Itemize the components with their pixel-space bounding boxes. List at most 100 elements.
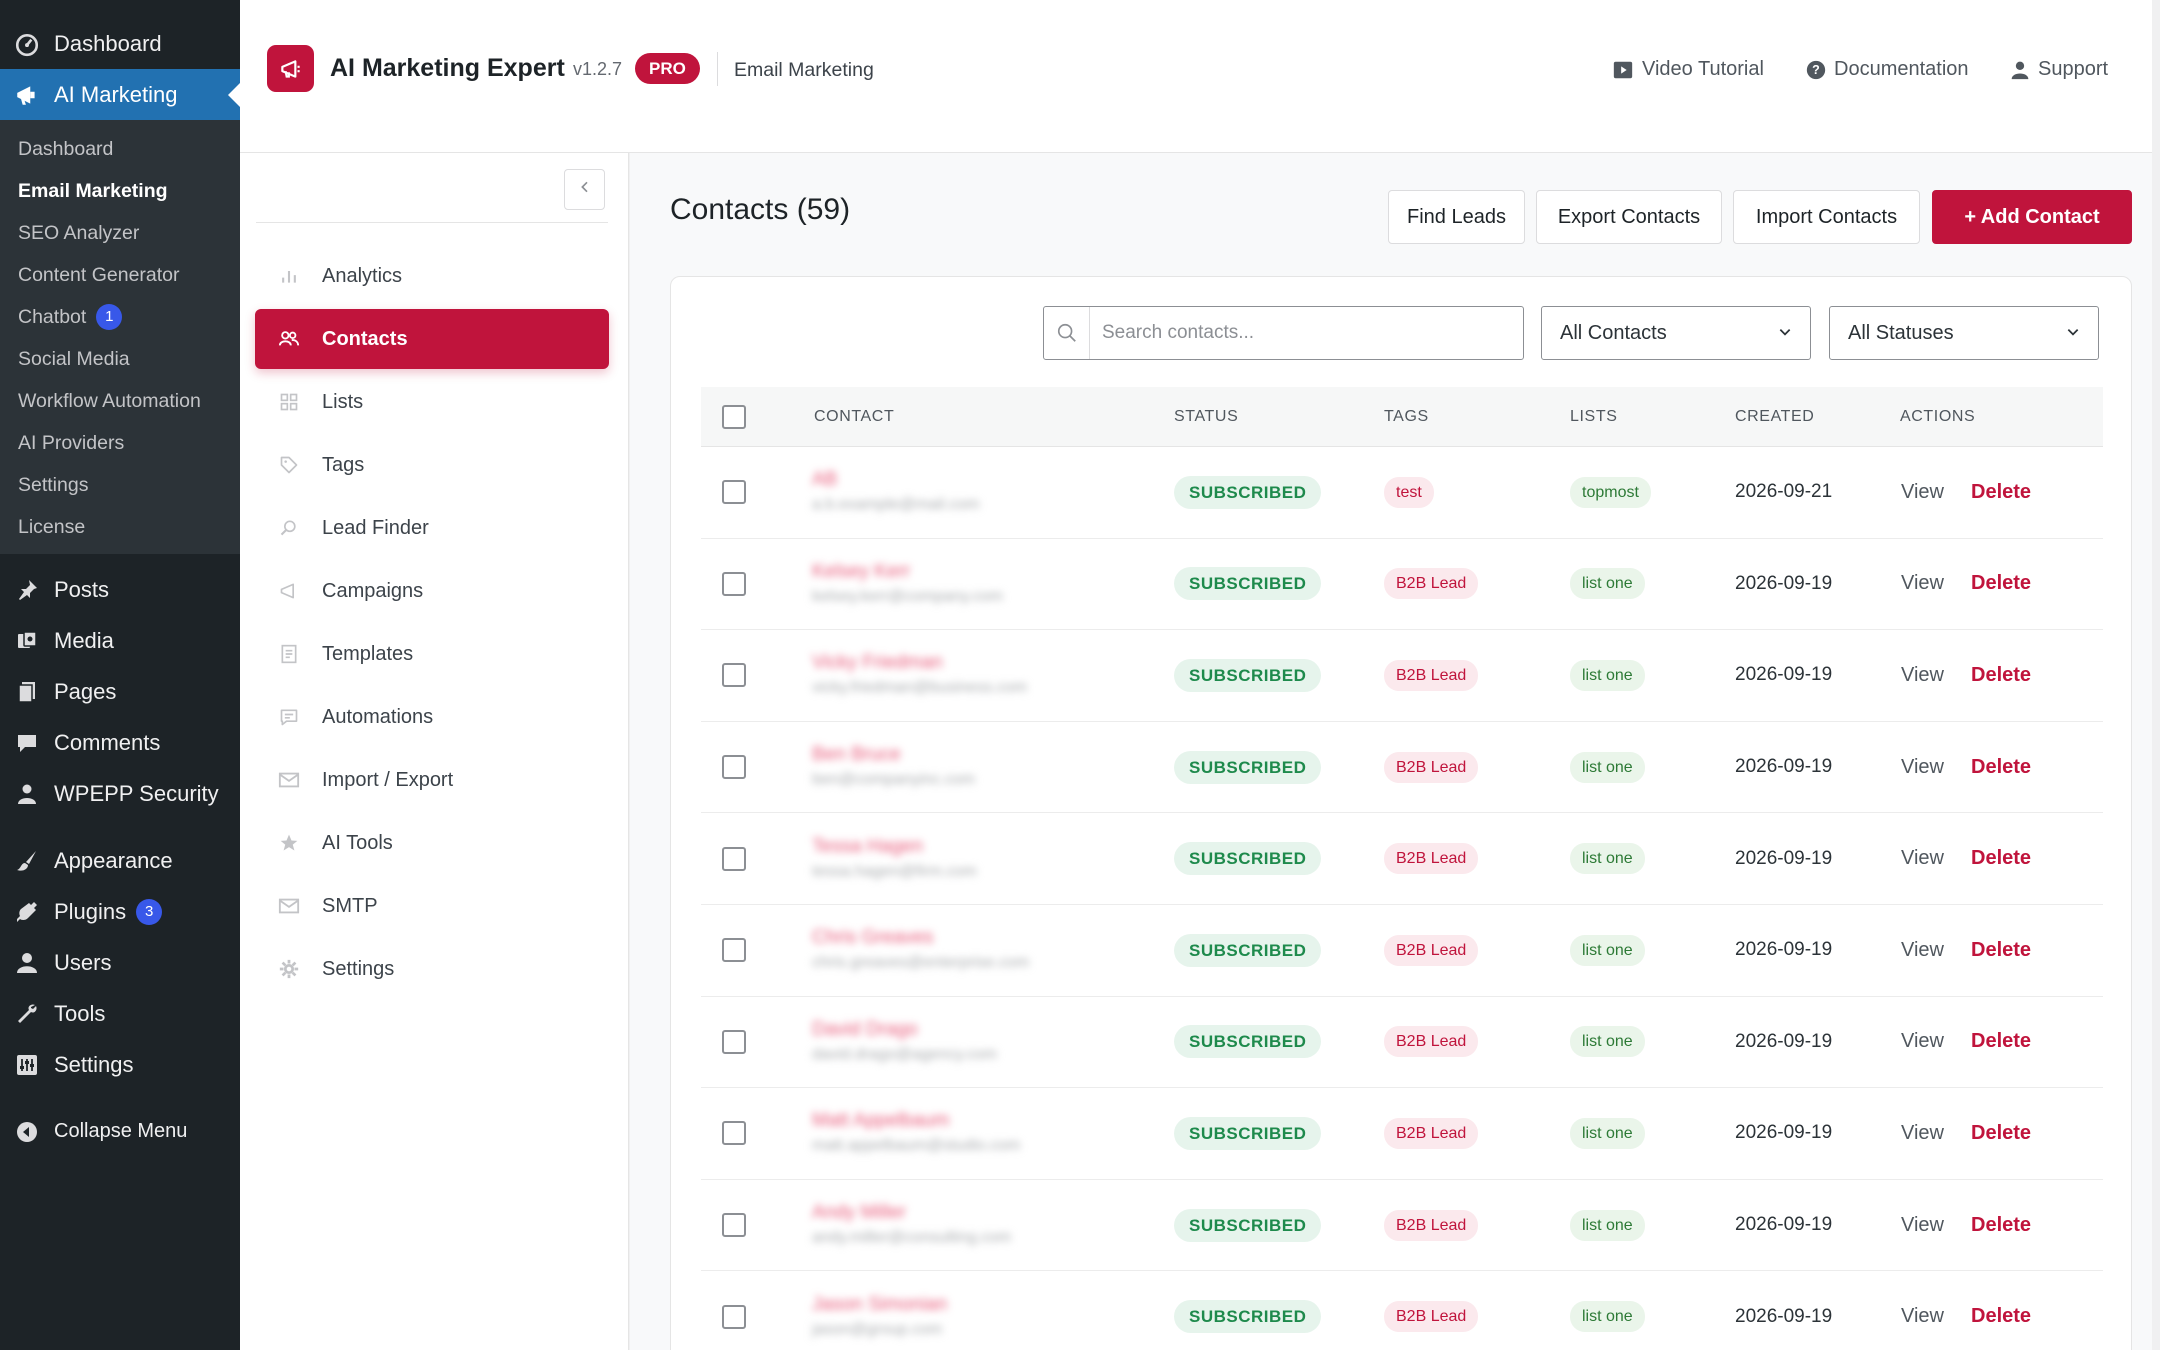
row-checkbox[interactable] (722, 755, 746, 780)
nav-item-import-export[interactable]: Import / Export (255, 750, 609, 810)
contact-name[interactable]: Jason Simonian (812, 1292, 947, 1318)
contact-name[interactable]: Vicky Friedman (812, 650, 943, 676)
wp-submenu-content-generator[interactable]: Content Generator (0, 254, 240, 296)
column-header-tags[interactable]: TAGS (1384, 387, 1429, 447)
column-header-lists[interactable]: LISTS (1570, 387, 1617, 447)
nav-item-ai-tools[interactable]: AI Tools (255, 813, 609, 873)
row-checkbox[interactable] (722, 1029, 746, 1054)
delete-link[interactable]: Delete (1971, 847, 2031, 870)
wp-submenu-license[interactable]: License (0, 506, 240, 548)
view-link[interactable]: View (1901, 481, 1944, 504)
wp-submenu-workflow-automation[interactable]: Workflow Automation (0, 380, 240, 422)
row-select-cell (722, 813, 746, 904)
nav-item-label: Templates (322, 642, 414, 665)
delete-link[interactable]: Delete (1971, 572, 2031, 595)
row-checkbox[interactable] (722, 1121, 746, 1146)
nav-item-analytics[interactable]: Analytics (255, 246, 609, 306)
row-checkbox[interactable] (722, 938, 746, 963)
contact-name[interactable]: Andy Miller (812, 1200, 906, 1226)
wp-menu-plugins[interactable]: Plugins 3 (0, 886, 240, 937)
contact-name[interactable]: Chris Greaves (812, 925, 933, 951)
wp-submenu-email-marketing[interactable]: Email Marketing (0, 170, 240, 212)
contact-name[interactable]: Matt Appelbaum (812, 1108, 949, 1134)
wp-submenu-chatbot[interactable]: Chatbot 1 (0, 296, 240, 338)
wp-menu-collapse[interactable]: Collapse Menu (0, 1106, 240, 1157)
wp-submenu-settings[interactable]: Settings (0, 464, 240, 506)
documentation-link[interactable]: ? Documentation (1806, 58, 1969, 81)
delete-link[interactable]: Delete (1971, 1030, 2031, 1053)
select-all-checkbox[interactable] (722, 404, 746, 429)
view-link[interactable]: View (1901, 1305, 1944, 1328)
video-tutorial-link[interactable]: Video Tutorial (1612, 58, 1764, 81)
nav-item-lead-finder[interactable]: Lead Finder (255, 498, 609, 558)
wp-menu-pages[interactable]: Pages (0, 666, 240, 717)
column-header-status[interactable]: STATUS (1174, 387, 1238, 447)
actions-cell: View Delete (1901, 1088, 2031, 1179)
delete-link[interactable]: Delete (1971, 481, 2031, 504)
column-header-created[interactable]: CREATED (1735, 387, 1814, 447)
delete-link[interactable]: Delete (1971, 1214, 2031, 1237)
status-filter-select[interactable]: All Statuses (1829, 306, 2099, 360)
contacts-filter-select[interactable]: All Contacts (1541, 306, 1811, 360)
wp-menu-wpepp-security[interactable]: WPEPP Security (0, 768, 240, 819)
column-header-contact[interactable]: CONTACT (814, 387, 894, 447)
view-link[interactable]: View (1901, 1030, 1944, 1053)
table-row: Andy Miller andy.miller@consulting.com SUB… (701, 1180, 2103, 1272)
nav-item-smtp[interactable]: SMTP (255, 876, 609, 936)
delete-link[interactable]: Delete (1971, 939, 2031, 962)
view-link[interactable]: View (1901, 572, 1944, 595)
delete-link[interactable]: Delete (1971, 1122, 2031, 1145)
import-contacts-button[interactable]: Import Contacts (1733, 190, 1920, 244)
row-checkbox[interactable] (722, 1213, 746, 1238)
view-link[interactable]: View (1901, 756, 1944, 779)
row-checkbox[interactable] (722, 571, 746, 596)
find-leads-button[interactable]: Find Leads (1388, 190, 1525, 244)
wp-menu-settings[interactable]: Settings (0, 1039, 240, 1090)
wp-menu-dashboard[interactable]: Dashboard (0, 18, 240, 69)
wp-menu-tools[interactable]: Tools (0, 988, 240, 1039)
row-checkbox[interactable] (722, 663, 746, 688)
contact-name[interactable]: Tessa Hagen (812, 834, 923, 860)
collapse-nav-button[interactable] (564, 169, 605, 210)
delete-link[interactable]: Delete (1971, 1305, 2031, 1328)
wp-menu-media[interactable]: Media (0, 615, 240, 666)
nav-item-contacts[interactable]: Contacts (255, 309, 609, 369)
view-link[interactable]: View (1901, 939, 1944, 962)
status-cell: SUBSCRIBED (1174, 539, 1322, 630)
delete-link[interactable]: Delete (1971, 664, 2031, 687)
nav-item-label: Lead Finder (322, 516, 429, 539)
contact-name[interactable]: AB (812, 467, 837, 493)
wp-menu-comments[interactable]: Comments (0, 717, 240, 768)
view-link[interactable]: View (1901, 1122, 1944, 1145)
wp-menu-ai-marketing[interactable]: AI Marketing (0, 69, 240, 120)
nav-item-templates[interactable]: Templates (255, 624, 609, 684)
wp-submenu-ai-providers[interactable]: AI Providers (0, 422, 240, 464)
support-link[interactable]: Support (2010, 58, 2108, 81)
search-input[interactable] (1090, 307, 1523, 359)
export-contacts-button[interactable]: Export Contacts (1536, 190, 1722, 244)
contact-name[interactable]: Kelsey Kerr (812, 559, 910, 585)
wp-submenu-seo-analyzer[interactable]: SEO Analyzer (0, 212, 240, 254)
wp-menu-posts[interactable]: Posts (0, 564, 240, 615)
row-checkbox[interactable] (722, 1304, 746, 1329)
tags-cell: B2B Lead (1384, 997, 1479, 1088)
row-select-cell (722, 1180, 746, 1271)
view-link[interactable]: View (1901, 1214, 1944, 1237)
contact-name[interactable]: Ben Bruce (812, 742, 901, 768)
wp-submenu-dashboard[interactable]: Dashboard (0, 128, 240, 170)
nav-item-settings[interactable]: Settings (255, 939, 609, 999)
delete-link[interactable]: Delete (1971, 756, 2031, 779)
wp-menu-users[interactable]: Users (0, 937, 240, 988)
wp-menu-appearance[interactable]: Appearance (0, 835, 240, 886)
view-link[interactable]: View (1901, 847, 1944, 870)
row-checkbox[interactable] (722, 846, 746, 871)
wp-submenu-social-media[interactable]: Social Media (0, 338, 240, 380)
nav-item-automations[interactable]: Automations (255, 687, 609, 747)
nav-item-campaigns[interactable]: Campaigns (255, 561, 609, 621)
nav-item-tags[interactable]: Tags (255, 435, 609, 495)
nav-item-lists[interactable]: Lists (255, 372, 609, 432)
view-link[interactable]: View (1901, 664, 1944, 687)
contact-name[interactable]: David Drago (812, 1017, 918, 1043)
row-checkbox[interactable] (722, 480, 746, 505)
add-contact-button[interactable]: + Add Contact (1932, 190, 2132, 244)
